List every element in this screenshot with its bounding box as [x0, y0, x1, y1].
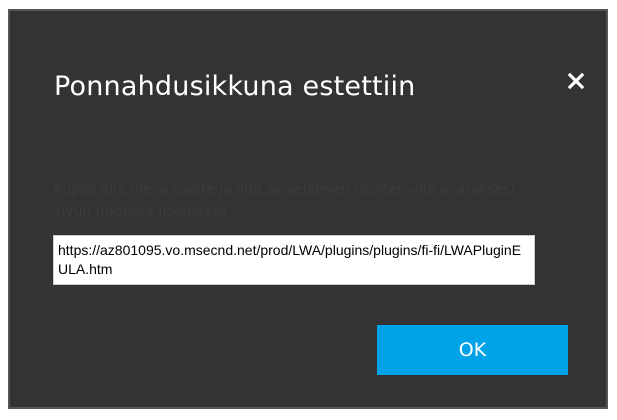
- dialog-title: Ponnahdusikkuna estettiin: [54, 71, 416, 102]
- popup-blocked-dialog: Ponnahdusikkuna estettiin Kopioi alla ol…: [8, 9, 608, 409]
- ok-button[interactable]: OK: [377, 325, 568, 375]
- close-icon: [567, 72, 585, 90]
- dialog-message: Kopioi alla oleva osoite ja liitä se sel…: [54, 182, 515, 220]
- close-button[interactable]: [562, 67, 590, 95]
- url-field[interactable]: https://az801095.vo.msecnd.net/prod/LWA/…: [53, 235, 535, 285]
